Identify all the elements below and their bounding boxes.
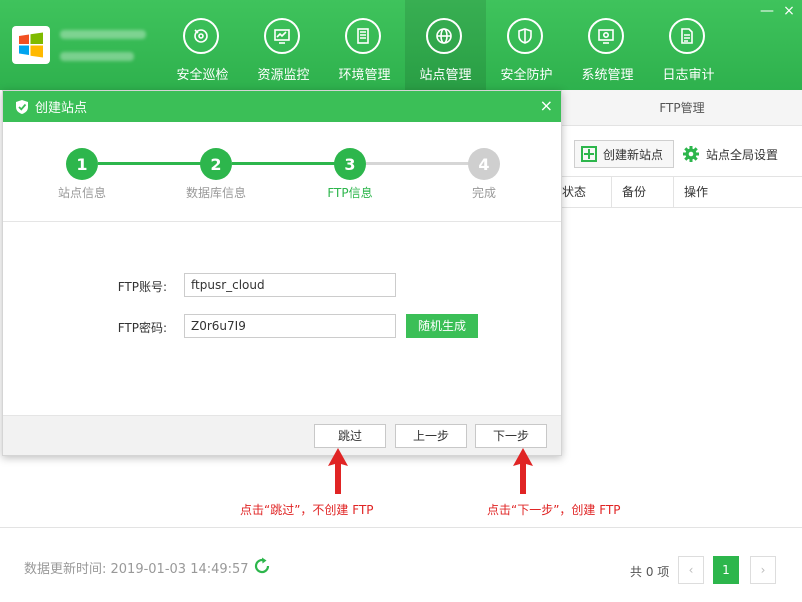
- ftp-account-input[interactable]: ftpusr_cloud: [184, 273, 396, 297]
- step-connector-done: [98, 162, 202, 165]
- total-count: 共 0 项: [630, 565, 670, 579]
- dialog-footer: 跳过 上一步 下一步: [3, 415, 561, 455]
- nav-resource-monitor[interactable]: 资源监控: [243, 0, 324, 90]
- step-1-circle: 1: [66, 148, 98, 180]
- skip-annotation: 点击“跳过”，不创建 FTP: [240, 503, 374, 517]
- arrow-up-icon: [513, 448, 533, 494]
- nav-label: 资源监控: [257, 68, 310, 83]
- step-2-circle: 2: [200, 148, 232, 180]
- nav-system-management[interactable]: 系统管理: [567, 0, 648, 90]
- dialog-title-bar: 创建站点 ×: [3, 91, 561, 122]
- next-annotation: 点击“下一步”，创建 FTP: [487, 503, 621, 517]
- ftp-account-label: FTP账号:: [117, 280, 167, 294]
- nav-label: 日志审计: [662, 68, 715, 83]
- footer-divider: [0, 527, 802, 528]
- minimize-button[interactable]: —: [758, 4, 776, 18]
- next-step-button[interactable]: 下一步: [475, 424, 547, 448]
- plus-icon: [581, 146, 597, 162]
- create-site-label: 创建新站点: [603, 147, 664, 162]
- server-icon: [345, 18, 381, 54]
- chevron-right-icon: ›: [760, 563, 766, 577]
- nav-site-management[interactable]: 站点管理: [405, 0, 486, 90]
- previous-step-button[interactable]: 上一步: [395, 424, 467, 448]
- shield-icon: [507, 18, 543, 54]
- server-ip-redacted: [60, 52, 134, 61]
- top-bar: 安全巡检 资源监控 环境管理 站点管理 安全防护 系统管理 日志审计 — ×: [0, 0, 802, 90]
- tab-ftp-management[interactable]: FTP管理: [562, 90, 802, 126]
- step-4-label: 完成: [471, 186, 496, 200]
- step-2-label: 数据库信息: [185, 186, 246, 200]
- ftp-password-label: FTP密码:: [117, 321, 167, 335]
- page-1-button[interactable]: 1: [713, 556, 739, 584]
- arrow-up-icon: [328, 448, 348, 494]
- dialog-title: 创建站点: [35, 101, 88, 116]
- nav-security-inspection[interactable]: 安全巡检: [162, 0, 243, 90]
- step-3-circle: 3: [334, 148, 366, 180]
- refresh-icon[interactable]: [252, 556, 272, 576]
- nav-log-audit[interactable]: 日志审计: [648, 0, 729, 90]
- step-connector-pending: [366, 162, 470, 165]
- generate-password-button[interactable]: 随机生成: [406, 314, 478, 338]
- step-3-label: FTP信息: [327, 186, 373, 200]
- nav-environment[interactable]: 环境管理: [324, 0, 405, 90]
- windows-logo-icon: [12, 26, 50, 64]
- column-backup: 备份: [612, 177, 674, 207]
- prev-page-button[interactable]: ‹: [678, 556, 704, 584]
- step-1-label: 站点信息: [57, 186, 106, 200]
- step-connector-done: [232, 162, 336, 165]
- step-4-circle: 4: [468, 148, 500, 180]
- step-indicator: 1 2 3 4 站点信息 数据库信息 FTP信息 完成: [3, 122, 561, 222]
- nav-label: 站点管理: [419, 68, 472, 83]
- column-action: 操作: [684, 185, 709, 199]
- gear-icon: [683, 146, 699, 162]
- nav-security-protection[interactable]: 安全防护: [486, 0, 567, 90]
- nav-label: 安全防护: [500, 68, 553, 83]
- dialog-close-button[interactable]: ×: [540, 96, 553, 115]
- server-name-redacted: [60, 30, 146, 39]
- table-header: 状态 备份 操作: [562, 176, 802, 208]
- skip-button[interactable]: 跳过: [314, 424, 386, 448]
- monitor-icon: [264, 18, 300, 54]
- global-settings-button[interactable]: 站点全局设置: [682, 142, 778, 166]
- update-time: 数据更新时间: 2019-01-03 14:49:57: [24, 562, 249, 577]
- create-site-button[interactable]: 创建新站点: [574, 140, 674, 168]
- globe-icon: [426, 18, 462, 54]
- create-site-dialog: 创建站点 × 1 2 3 4 站点信息 数据库信息 FTP信息 完成 FTP账号…: [2, 90, 562, 456]
- chevron-left-icon: ‹: [688, 563, 694, 577]
- column-status: 状态: [562, 177, 612, 207]
- close-window-button[interactable]: ×: [780, 4, 798, 18]
- global-settings-label: 站点全局设置: [706, 147, 779, 162]
- shield-check-icon: [16, 99, 28, 114]
- nav-label: 安全巡检: [176, 68, 229, 83]
- scan-icon: [183, 18, 219, 54]
- ftp-password-input[interactable]: Z0r6u7I9: [184, 314, 396, 338]
- nav-label: 系统管理: [581, 68, 634, 83]
- next-page-button[interactable]: ›: [750, 556, 776, 584]
- document-icon: [669, 18, 705, 54]
- nav-label: 环境管理: [338, 68, 391, 83]
- settings-screen-icon: [588, 18, 624, 54]
